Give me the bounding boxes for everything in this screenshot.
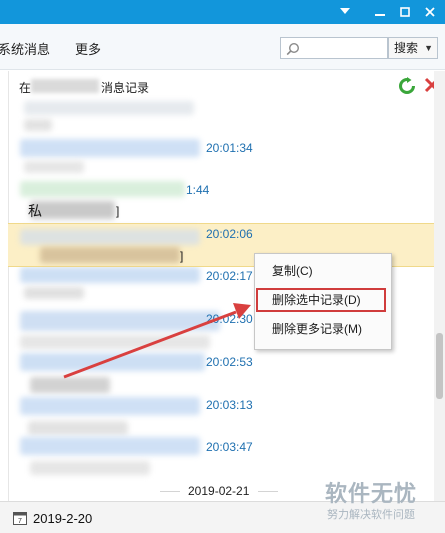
message-blur <box>20 353 205 371</box>
message-blur <box>28 421 128 435</box>
chevron-down-icon: ▼ <box>424 43 433 53</box>
timestamp: 20:03:47 <box>206 440 253 454</box>
bracket-text: ] <box>116 204 120 218</box>
search-scope-label: 搜索 <box>394 41 419 55</box>
timestamp: 20:03:13 <box>206 398 253 412</box>
scroll-thumb[interactable] <box>436 333 443 399</box>
search-input[interactable] <box>305 40 385 56</box>
message-blur <box>20 181 185 197</box>
selected-date[interactable]: 2019-2-20 <box>33 511 92 526</box>
watermark-title: 软件无忧 <box>325 481 418 506</box>
message-blur <box>24 287 84 299</box>
minimize-icon[interactable] <box>370 3 390 21</box>
watermark-logo: 软件无忧 努力解决软件问题 <box>325 470 445 530</box>
timestamp: 20:02:17 <box>206 269 253 283</box>
bracket-text: ] <box>180 249 184 263</box>
divider <box>8 71 9 501</box>
menu-item-delete-more[interactable]: 删除更多记录(M) <box>255 317 393 341</box>
timestamp: 1:44 <box>186 183 210 197</box>
search-icon <box>286 42 300 56</box>
context-menu: 复制(C) 删除选中记录(D) 删除更多记录(M) <box>254 253 392 350</box>
timestamp: 20:02:30 <box>206 312 253 326</box>
message-blur <box>20 267 200 283</box>
scrollbar[interactable] <box>434 71 445 501</box>
message-blur <box>20 311 220 331</box>
message-blur <box>30 201 115 219</box>
search-scope-dropdown[interactable]: 搜索 ▼ <box>388 37 438 59</box>
watermark-subtitle: 努力解决软件问题 <box>327 509 415 521</box>
message-blur <box>24 101 194 115</box>
redacted-name <box>31 79 99 93</box>
message-blur <box>24 161 84 173</box>
timestamp: 20:01:34 <box>206 141 253 155</box>
tab-system-messages[interactable]: 系统消息 <box>0 39 50 58</box>
chevron-down-icon[interactable] <box>335 3 355 21</box>
menu-item-copy[interactable]: 复制(C) <box>255 259 393 283</box>
title-bar <box>0 0 445 24</box>
message-blur <box>20 139 200 157</box>
calendar-icon[interactable]: 7 <box>13 511 27 525</box>
timestamp: 20:02:53 <box>206 355 253 369</box>
message-blur <box>20 437 200 455</box>
message-glyph: 私 <box>28 203 42 219</box>
message-blur <box>24 119 52 131</box>
message-blur <box>30 377 110 393</box>
maximize-icon[interactable] <box>395 3 415 21</box>
message-blur <box>20 335 210 349</box>
message-blur <box>30 461 150 475</box>
tab-more[interactable]: 更多 <box>75 39 101 58</box>
message-blur <box>40 247 180 263</box>
search-box[interactable] <box>280 37 388 59</box>
timestamp: 20:02:06 <box>206 227 253 241</box>
svg-text:7: 7 <box>18 518 22 525</box>
menu-item-delete-selected[interactable]: 删除选中记录(D) <box>256 288 386 312</box>
date-separator-label: 2019-02-21 <box>188 484 250 498</box>
message-blur <box>20 229 200 245</box>
refresh-icon[interactable] <box>398 77 416 95</box>
close-icon[interactable] <box>420 3 440 21</box>
message-blur <box>20 397 200 415</box>
